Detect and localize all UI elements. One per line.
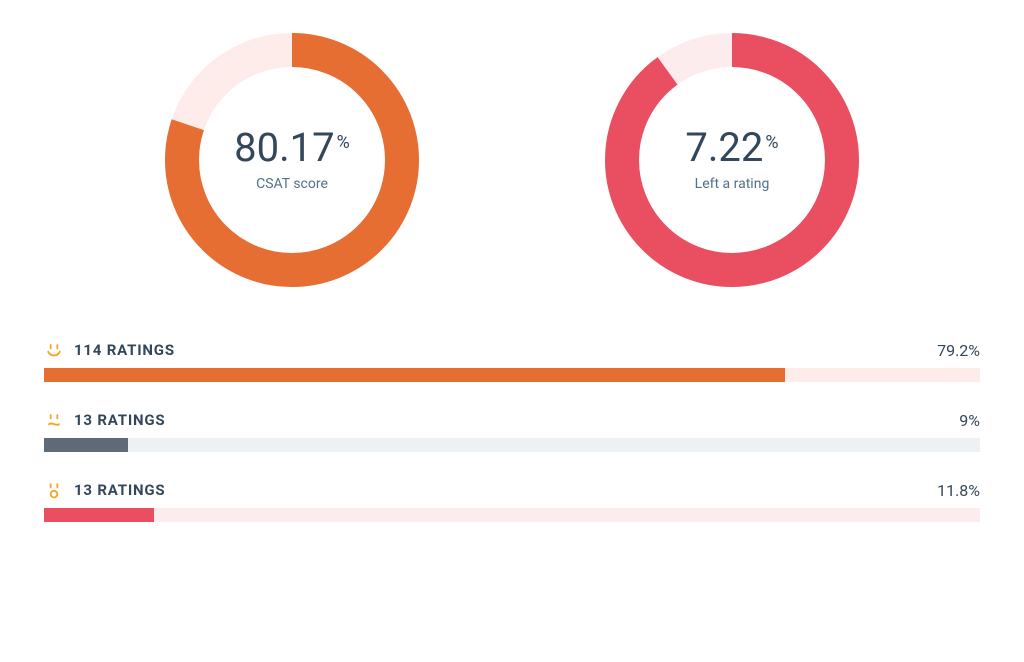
ratings-count: 13 xyxy=(74,481,93,499)
smile-icon xyxy=(44,340,64,360)
ratings-row-left: 13 RATINGS xyxy=(44,410,165,430)
donut-rated: 7.22% Left a rating xyxy=(602,30,862,290)
donut-value: 7.22% xyxy=(685,128,778,168)
ratings-label: RATINGS xyxy=(107,341,175,359)
ratings-count: 114 xyxy=(74,341,102,359)
ratings-label: RATINGS xyxy=(97,411,165,429)
ratings-bar-fill xyxy=(44,508,154,522)
ratings-row-neutral: 13 RATINGS 9% xyxy=(44,410,980,452)
ratings-row-percent: 11.8% xyxy=(937,481,980,500)
ratings-breakdown: 114 RATINGS79.2%13 RATINGS9%13 RATINGS11… xyxy=(40,340,984,522)
donut-center: 7.22% Left a rating xyxy=(602,30,862,290)
ratings-count: 13 xyxy=(74,411,93,429)
meh-icon xyxy=(44,410,64,430)
ratings-row-sad: 13 RATINGS 11.8% xyxy=(44,480,980,522)
donut-label: CSAT score xyxy=(256,176,328,192)
donut-value-number: 80.17 xyxy=(234,128,334,168)
donut-csat: 80.17% CSAT score xyxy=(162,30,422,290)
ratings-bar-track xyxy=(44,438,980,452)
donut-value-number: 7.22 xyxy=(685,128,763,168)
donut-charts-row: 80.17% CSAT score 7.22% Left a rating xyxy=(40,30,984,290)
ratings-bar-bg xyxy=(44,508,980,522)
ratings-row-happy: 114 RATINGS 79.2% xyxy=(44,340,980,382)
donut-label: Left a rating xyxy=(695,176,770,192)
ratings-row-title: 13 RATINGS xyxy=(74,411,165,429)
ratings-row-percent: 79.2% xyxy=(937,341,980,360)
ratings-bar-fill xyxy=(44,438,128,452)
ratings-bar-fill xyxy=(44,368,785,382)
ratings-row-percent: 9% xyxy=(959,411,980,430)
ratings-row-header: 114 RATINGS 79.2% xyxy=(44,340,980,360)
ratings-label: RATINGS xyxy=(97,481,165,499)
percent-icon: % xyxy=(765,132,778,153)
donut-value: 80.17% xyxy=(234,128,350,168)
percent-icon: % xyxy=(337,132,350,153)
ratings-bar-bg xyxy=(44,438,980,452)
ratings-row-title: 114 RATINGS xyxy=(74,341,175,359)
ratings-row-header: 13 RATINGS 11.8% xyxy=(44,480,980,500)
ratings-bar-track xyxy=(44,368,980,382)
ratings-row-left: 114 RATINGS xyxy=(44,340,175,360)
ratings-row-header: 13 RATINGS 9% xyxy=(44,410,980,430)
ratings-row-title: 13 RATINGS xyxy=(74,481,165,499)
frown-icon xyxy=(44,480,64,500)
dashboard-panel: 80.17% CSAT score 7.22% Left a rating 114 R… xyxy=(0,0,1024,662)
donut-center: 80.17% CSAT score xyxy=(162,30,422,290)
ratings-row-left: 13 RATINGS xyxy=(44,480,165,500)
ratings-bar-track xyxy=(44,508,980,522)
